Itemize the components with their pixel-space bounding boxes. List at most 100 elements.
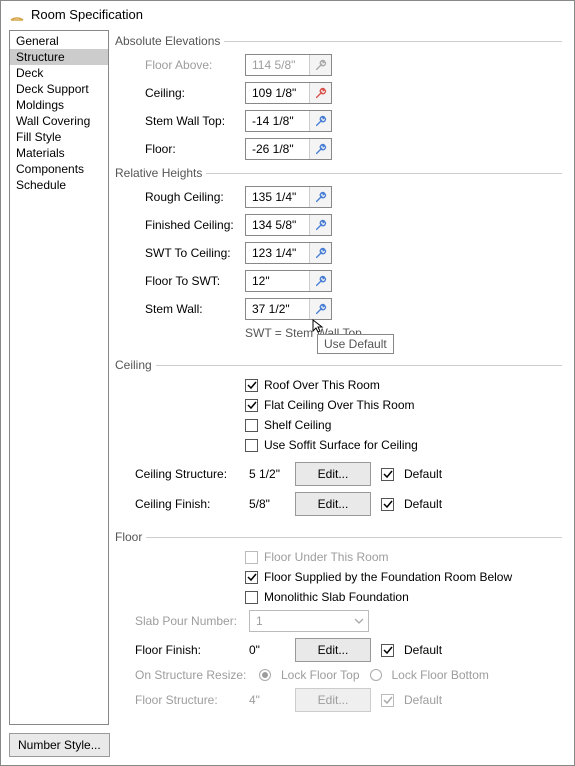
ceiling-structure-row: Ceiling Structure: 5 1/2" Edit... Defaul… (115, 462, 562, 486)
sidebar-item-materials[interactable]: Materials (10, 145, 108, 161)
floor-structure-default-checkbox (381, 694, 394, 707)
absolute-input[interactable] (246, 139, 309, 159)
floor-structure-row: Floor Structure: 4" Edit... Default (115, 688, 562, 712)
slab-pour-dropdown: 1 (249, 610, 369, 632)
section-absolute-elevations: Absolute Elevations (115, 34, 562, 48)
ceiling-check-label: Flat Ceiling Over This Room (264, 398, 415, 412)
section-title: Ceiling (115, 358, 152, 372)
floor-structure-value: 4" (249, 693, 285, 707)
floor-finish-value: 0" (249, 643, 285, 657)
slab-pour-value: 1 (256, 614, 263, 628)
floor-check-row: Floor Supplied by the Foundation Room Be… (115, 570, 562, 584)
sidebar-item-wall-covering[interactable]: Wall Covering (10, 113, 108, 129)
sidebar-item-general[interactable]: General (10, 33, 108, 49)
floor-finish-default-checkbox[interactable] (381, 644, 394, 657)
ceiling-structure-label: Ceiling Structure: (135, 467, 239, 481)
relative-input[interactable] (246, 299, 309, 319)
relative-row: Floor To SWT: (115, 270, 562, 292)
content-panel: ▸▸▸ Absolute Elevations Floor Above:Ceil… (115, 30, 566, 725)
relative-row: Stem Wall: (115, 298, 562, 320)
absolute-label: Ceiling: (145, 86, 245, 100)
sidebar-item-fill-style[interactable]: Fill Style (10, 129, 108, 145)
absolute-row: Ceiling: (115, 82, 562, 104)
swt-note-row: SWT = Stem Wall Top Use Default (115, 326, 562, 340)
wrench-icon[interactable] (309, 83, 331, 103)
absolute-row: Floor: (115, 138, 562, 160)
relative-label: Floor To SWT: (145, 274, 245, 288)
section-title: Floor (115, 530, 142, 544)
lock-floor-top-label: Lock Floor Top (281, 668, 360, 682)
floor-checkbox[interactable] (245, 591, 258, 604)
use-default-tooltip: Use Default (317, 334, 394, 354)
sidebar-item-deck[interactable]: Deck (10, 65, 108, 81)
relative-input[interactable] (246, 215, 309, 235)
sidebar-item-deck-support[interactable]: Deck Support (10, 81, 108, 97)
sidebar-item-moldings[interactable]: Moldings (10, 97, 108, 113)
number-style-button[interactable]: Number Style... (9, 733, 110, 757)
ceiling-finish-label: Ceiling Finish: (135, 497, 239, 511)
floor-check-label: Monolithic Slab Foundation (264, 590, 409, 604)
ceiling-finish-row: Ceiling Finish: 5/8" Edit... Default (115, 492, 562, 516)
ceiling-check-row: Flat Ceiling Over This Room (115, 398, 562, 412)
relative-input[interactable] (246, 243, 309, 263)
ceiling-check-row: Roof Over This Room (115, 378, 562, 392)
floor-structure-edit-button: Edit... (295, 688, 371, 712)
ceiling-structure-value: 5 1/2" (249, 467, 285, 481)
ceiling-check-row: Shelf Ceiling (115, 418, 562, 432)
relative-input-group (245, 298, 332, 320)
slab-pour-row: Slab Pour Number: 1 (115, 610, 562, 632)
lock-floor-bottom-label: Lock Floor Bottom (392, 668, 489, 682)
ceiling-finish-default-checkbox[interactable] (381, 498, 394, 511)
default-label: Default (404, 643, 442, 657)
absolute-label: Stem Wall Top: (145, 114, 245, 128)
wrench-icon[interactable] (309, 215, 331, 235)
floor-finish-edit-button[interactable]: Edit... (295, 638, 371, 662)
floor-check-row: Floor Under This Room (115, 550, 562, 564)
floor-checkbox (245, 551, 258, 564)
absolute-input[interactable] (246, 111, 309, 131)
ceiling-checkbox[interactable] (245, 399, 258, 412)
relative-input[interactable] (246, 187, 309, 207)
section-title: Absolute Elevations (115, 34, 220, 48)
structure-resize-label: On Structure Resize: (135, 668, 249, 682)
sidebar-item-structure[interactable]: Structure (10, 49, 108, 65)
absolute-input[interactable] (246, 83, 309, 103)
sidebar-item-components[interactable]: Components (10, 161, 108, 177)
lock-floor-bottom-radio (370, 669, 382, 681)
wrench-icon[interactable] (309, 139, 331, 159)
category-list: GeneralStructureDeckDeck SupportMoldings… (9, 30, 109, 725)
ceiling-checkbox[interactable] (245, 379, 258, 392)
relative-label: Finished Ceiling: (145, 218, 245, 232)
floor-finish-row: Floor Finish: 0" Edit... Default (115, 638, 562, 662)
floor-check-label: Floor Supplied by the Foundation Room Be… (264, 570, 512, 584)
section-ceiling: Ceiling (115, 358, 562, 372)
window-title: Room Specification (31, 7, 143, 22)
wrench-icon[interactable] (309, 111, 331, 131)
cursor-icon (311, 318, 327, 334)
relative-label: SWT To Ceiling: (145, 246, 245, 260)
ceiling-finish-edit-button[interactable]: Edit... (295, 492, 371, 516)
footer: Number Style... (1, 725, 574, 765)
ceiling-checkbox[interactable] (245, 439, 258, 452)
ceiling-checkbox[interactable] (245, 419, 258, 432)
ceiling-check-label: Roof Over This Room (264, 378, 380, 392)
default-label: Default (404, 497, 442, 511)
wrench-icon[interactable] (309, 243, 331, 263)
wrench-icon[interactable] (309, 271, 331, 291)
sidebar-item-schedule[interactable]: Schedule (10, 177, 108, 193)
default-label: Default (404, 467, 442, 481)
absolute-input-group (245, 110, 332, 132)
ceiling-structure-default-checkbox[interactable] (381, 468, 394, 481)
chevron-down-icon (354, 616, 364, 626)
wrench-icon[interactable] (309, 299, 331, 319)
wrench-icon[interactable] (309, 187, 331, 207)
lock-floor-top-radio (259, 669, 271, 681)
relative-input-group (245, 186, 332, 208)
ceiling-structure-edit-button[interactable]: Edit... (295, 462, 371, 486)
relative-input[interactable] (246, 271, 309, 291)
splitter-handle[interactable]: ▸▸▸ (115, 430, 116, 454)
relative-row: SWT To Ceiling: (115, 242, 562, 264)
floor-checkbox[interactable] (245, 571, 258, 584)
ceiling-check-row: Use Soffit Surface for Ceiling (115, 438, 562, 452)
app-icon (9, 6, 25, 22)
